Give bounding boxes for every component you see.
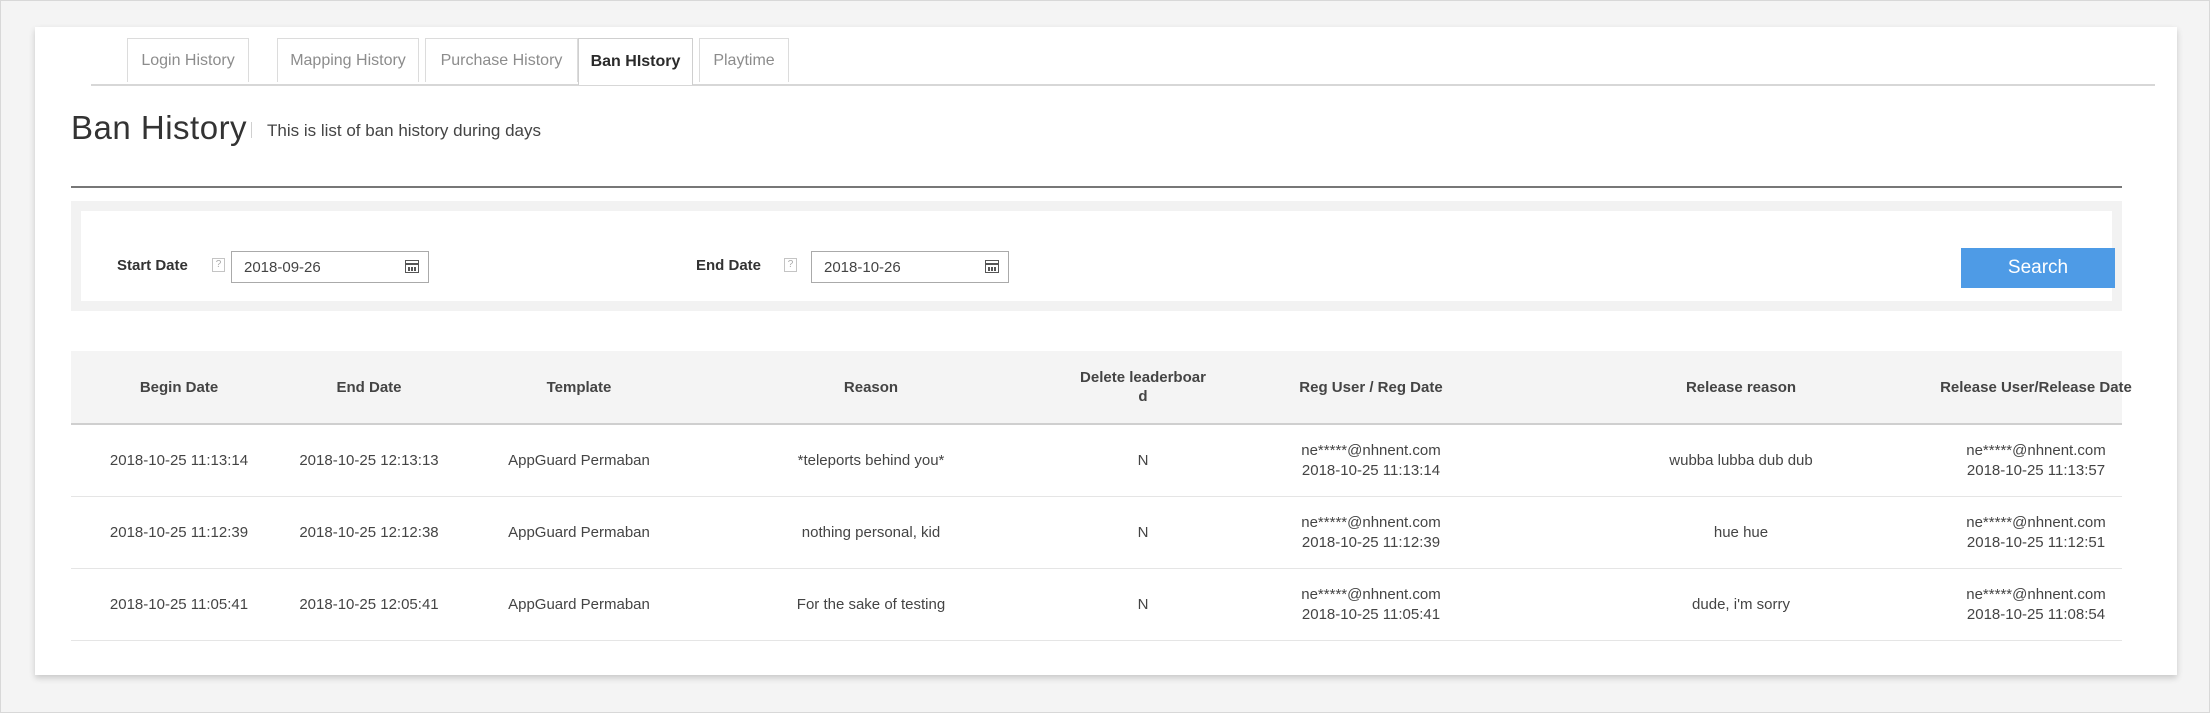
release-user: ne*****@nhnent.com bbox=[1966, 585, 2106, 603]
cell-reason: *teleports behind you* bbox=[797, 451, 945, 469]
cell-delete-leaderboard: N bbox=[1137, 451, 1149, 469]
column-header-reg-user-date: Reg User / Reg Date bbox=[1299, 378, 1443, 396]
cell-delete-leaderboard: N bbox=[1137, 523, 1149, 541]
cell-reason: For the sake of testing bbox=[796, 595, 946, 613]
tab-purchase-history[interactable]: Purchase History bbox=[425, 38, 578, 82]
tab-login-history[interactable]: Login History bbox=[127, 38, 249, 82]
cell-template: AppGuard Permaban bbox=[508, 523, 650, 541]
cell-release-reason: wubba lubba dub dub bbox=[1669, 451, 1813, 469]
end-date-label: End Date bbox=[696, 257, 762, 274]
cell-template: AppGuard Permaban bbox=[508, 595, 650, 613]
cell-release-user-date: ne*****@nhnent.com 2018-10-25 11:13:57 bbox=[1906, 425, 2166, 496]
table-row: 2018-10-25 11:12:39 2018-10-25 12:12:38 … bbox=[71, 497, 2122, 569]
release-date: 2018-10-25 11:08:54 bbox=[1966, 605, 2106, 623]
release-user: ne*****@nhnent.com bbox=[1966, 441, 2106, 459]
reg-user: ne*****@nhnent.com bbox=[1301, 513, 1441, 531]
release-date: 2018-10-25 11:12:51 bbox=[1966, 533, 2106, 551]
calendar-icon[interactable] bbox=[405, 260, 419, 273]
cell-release-reason: dude, i'm sorry bbox=[1692, 595, 1790, 613]
calendar-icon[interactable] bbox=[985, 260, 999, 273]
reg-user: ne*****@nhnent.com bbox=[1301, 585, 1441, 603]
cell-reg-user-date: ne*****@nhnent.com 2018-10-25 11:13:14 bbox=[1251, 425, 1491, 496]
reg-date: 2018-10-25 11:05:41 bbox=[1301, 605, 1441, 623]
column-header-template: Template bbox=[546, 378, 612, 396]
cell-begin-date: 2018-10-25 11:12:39 bbox=[109, 523, 249, 541]
tab-playtime[interactable]: Playtime bbox=[699, 38, 789, 82]
end-date-field[interactable] bbox=[811, 251, 1009, 283]
column-header-delete-leaderboard: Delete leaderboar d bbox=[1080, 369, 1206, 405]
column-header-begin-date: Begin Date bbox=[139, 378, 219, 396]
tab-mapping-history[interactable]: Mapping History bbox=[277, 38, 419, 82]
cell-release-user-date: ne*****@nhnent.com 2018-10-25 11:12:51 bbox=[1906, 497, 2166, 568]
cell-delete-leaderboard: N bbox=[1137, 595, 1149, 613]
search-button[interactable]: Search bbox=[1961, 248, 2115, 288]
cell-reason: nothing personal, kid bbox=[801, 523, 941, 541]
search-filter-inner: Start Date ? End Date ? Search bbox=[81, 211, 2115, 301]
cell-begin-date: 2018-10-25 11:05:41 bbox=[109, 595, 249, 613]
start-date-input[interactable] bbox=[232, 252, 404, 282]
cell-reg-user-date: ne*****@nhnent.com 2018-10-25 11:12:39 bbox=[1251, 497, 1491, 568]
cell-release-user-date: ne*****@nhnent.com 2018-10-25 11:08:54 bbox=[1906, 569, 2166, 640]
history-tabs: Login History Mapping History Purchase H… bbox=[91, 38, 2155, 86]
content-panel: Login History Mapping History Purchase H… bbox=[35, 27, 2177, 675]
reg-date: 2018-10-25 11:13:14 bbox=[1301, 461, 1441, 479]
reg-date: 2018-10-25 11:12:39 bbox=[1301, 533, 1441, 551]
help-icon[interactable]: ? bbox=[784, 258, 797, 272]
title-separator bbox=[251, 122, 252, 138]
page-description: This is list of ban history during days bbox=[267, 121, 542, 140]
help-icon[interactable]: ? bbox=[212, 258, 225, 272]
cell-template: AppGuard Permaban bbox=[508, 451, 650, 469]
column-header-reason: Reason bbox=[843, 378, 899, 396]
table-row: 2018-10-25 11:05:41 2018-10-25 12:05:41 … bbox=[71, 569, 2122, 641]
cell-end-date: 2018-10-25 12:12:38 bbox=[299, 523, 439, 541]
cell-reg-user-date: ne*****@nhnent.com 2018-10-25 11:05:41 bbox=[1251, 569, 1491, 640]
column-header-end-date: End Date bbox=[336, 378, 402, 396]
page-title: Ban History bbox=[71, 109, 248, 146]
start-date-label: Start Date bbox=[117, 257, 188, 274]
release-date: 2018-10-25 11:13:57 bbox=[1966, 461, 2106, 479]
ban-history-table: Begin Date End Date Template Reason Dele… bbox=[71, 351, 2132, 641]
search-filter: Start Date ? End Date ? Search bbox=[71, 201, 2122, 311]
release-user: ne*****@nhnent.com bbox=[1966, 513, 2106, 531]
table-header: Begin Date End Date Template Reason Dele… bbox=[71, 351, 2132, 425]
tab-ban-history[interactable]: Ban HIstory bbox=[578, 38, 693, 85]
column-header-release-reason: Release reason bbox=[1685, 378, 1797, 396]
column-header-release-user-date: Release User/Release Date bbox=[1940, 378, 2132, 396]
table-row: 2018-10-25 11:13:14 2018-10-25 12:13:13 … bbox=[71, 425, 2122, 497]
start-date-field[interactable] bbox=[231, 251, 429, 283]
cell-release-reason: hue hue bbox=[1713, 523, 1769, 541]
end-date-input[interactable] bbox=[812, 252, 984, 282]
cell-end-date: 2018-10-25 12:13:13 bbox=[299, 451, 439, 469]
title-divider bbox=[71, 186, 2122, 188]
cell-begin-date: 2018-10-25 11:13:14 bbox=[109, 451, 249, 469]
reg-user: ne*****@nhnent.com bbox=[1301, 441, 1441, 459]
app-frame: Login History Mapping History Purchase H… bbox=[0, 0, 2210, 713]
cell-end-date: 2018-10-25 12:05:41 bbox=[299, 595, 439, 613]
